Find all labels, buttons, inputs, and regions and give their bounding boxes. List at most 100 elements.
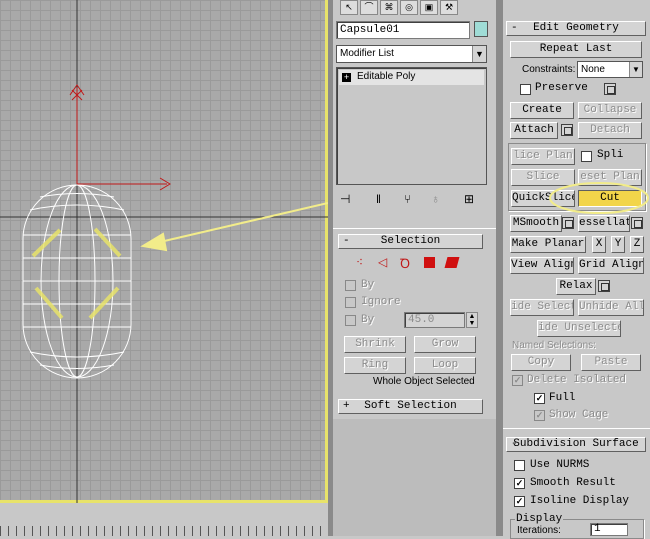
attach-button[interactable]: Attach xyxy=(510,122,558,139)
polygon-icon[interactable] xyxy=(424,257,435,268)
make-unique-icon[interactable]: ⑂ xyxy=(404,192,411,206)
delete-isolated-label: Delete Isolated xyxy=(527,374,627,386)
copy-button[interactable]: Copy xyxy=(511,354,571,371)
unhide-all-button[interactable]: Unhide All xyxy=(578,299,644,316)
iterations-spinner-field[interactable]: 1 xyxy=(590,523,628,536)
preserve-settings-icon[interactable] xyxy=(604,83,616,95)
use-nurms-label: Use NURMS xyxy=(530,459,590,471)
preserve-uvs-checkbox[interactable] xyxy=(520,84,531,95)
selection-rollout-header[interactable]: - Selection xyxy=(338,234,483,249)
isoline-display-label: Isoline Display xyxy=(530,495,630,507)
object-color-swatch[interactable] xyxy=(474,21,488,37)
repeat-last-button[interactable]: Repeat Last xyxy=(510,41,642,58)
create-button[interactable]: Create xyxy=(510,102,574,119)
hide-selected-button[interactable]: ide Selecte xyxy=(510,299,574,316)
edit-geometry-title: Edit Geometry xyxy=(533,22,619,34)
vertex-icon[interactable]: ⁖ xyxy=(356,255,363,269)
motion-tab-icon[interactable]: ◎ xyxy=(400,0,418,15)
configure-modifier-sets-icon[interactable]: ⊞ xyxy=(464,192,474,206)
show-end-result-icon[interactable]: ‖ xyxy=(376,192,381,206)
modify-tab-icon[interactable]: ⌒ xyxy=(360,0,378,15)
planar-z-button[interactable]: Z xyxy=(630,236,644,253)
chevron-down-icon[interactable]: ▼ xyxy=(629,62,642,77)
collapse-sign: - xyxy=(511,22,518,34)
pin-stack-icon[interactable]: ⊣ xyxy=(340,192,350,206)
angle-spinner-field[interactable]: 45.0 xyxy=(404,312,465,328)
edit-geometry-header[interactable]: - Edit Geometry xyxy=(506,21,646,36)
ring-button[interactable]: Ring xyxy=(344,357,406,374)
viewport-perspective[interactable] xyxy=(0,0,328,503)
stack-item-editable-poly[interactable]: + Editable Poly xyxy=(339,70,484,85)
named-selections-label: Named Selections: xyxy=(512,340,596,351)
command-panel-tabs: ↖ ⌒ ⌘ ◎ ▣ ⚒ xyxy=(338,0,498,15)
iterations-label: Iterations: xyxy=(517,525,561,536)
view-align-button[interactable]: View Align xyxy=(510,257,574,274)
use-nurms-checkbox[interactable] xyxy=(514,460,525,471)
grow-button[interactable]: Grow xyxy=(414,336,476,353)
show-cage-checkbox[interactable]: ✓ xyxy=(534,410,545,421)
by-vertex-label: By xyxy=(361,279,375,291)
stack-item-label: Editable Poly xyxy=(357,71,416,82)
msmooth-settings-icon[interactable] xyxy=(562,217,574,229)
rollout-separator xyxy=(503,428,650,429)
smooth-result-label: Smooth Result xyxy=(530,477,616,489)
soft-selection-rollout-header[interactable]: + Soft Selection xyxy=(338,399,483,414)
by-angle-checkbox[interactable] xyxy=(345,315,356,326)
relax-button[interactable]: Relax xyxy=(556,278,596,295)
time-slider[interactable] xyxy=(0,506,328,536)
loop-button[interactable]: Loop xyxy=(414,357,476,374)
subdivision-surface-title: Subdivision Surface xyxy=(513,438,639,450)
msmooth-button[interactable]: MSmooth xyxy=(510,215,562,232)
modifier-list-label: Modifier List xyxy=(340,48,394,59)
expand-plus-icon[interactable]: + xyxy=(342,73,351,82)
constraints-label: Constraints: xyxy=(522,64,576,75)
create-tab-icon[interactable]: ↖ xyxy=(340,0,358,15)
slice-plane-button[interactable]: lice Plan xyxy=(511,148,575,165)
edge-icon[interactable]: ◁ xyxy=(378,255,387,269)
split-checkbox[interactable] xyxy=(581,151,592,162)
collapse-sign: - xyxy=(511,438,518,450)
modifier-stack[interactable]: + Editable Poly xyxy=(336,67,487,185)
tessellate-button[interactable]: essellat xyxy=(578,215,630,232)
paste-button[interactable]: Paste xyxy=(581,354,641,371)
tessellate-settings-icon[interactable] xyxy=(631,217,643,229)
display-tab-icon[interactable]: ▣ xyxy=(420,0,438,15)
planar-y-button[interactable]: Y xyxy=(611,236,625,253)
element-icon[interactable] xyxy=(444,257,460,268)
planar-x-button[interactable]: X xyxy=(592,236,606,253)
delete-isolated-checkbox[interactable]: ✓ xyxy=(512,375,523,386)
spinner-arrows-icon[interactable]: ▲ ▼ xyxy=(466,312,478,328)
object-name-field[interactable]: Capsule01 xyxy=(336,21,470,39)
ignore-backfacing-checkbox[interactable] xyxy=(345,297,356,308)
hierarchy-tab-icon[interactable]: ⌘ xyxy=(380,0,398,15)
full-interactivity-checkbox[interactable]: ✓ xyxy=(534,393,545,404)
grid-align-button[interactable]: Grid Align xyxy=(578,257,644,274)
attach-list-icon[interactable] xyxy=(561,124,573,136)
utilities-tab-icon[interactable]: ⚒ xyxy=(440,0,458,15)
relax-settings-icon[interactable] xyxy=(598,280,610,292)
chevron-down-icon[interactable]: ▼ xyxy=(472,46,486,62)
detach-button[interactable]: Detach xyxy=(578,122,642,139)
subdivision-surface-header[interactable]: - Subdivision Surface xyxy=(506,437,646,452)
isoline-display-checkbox[interactable]: ✓ xyxy=(514,496,525,507)
expand-sign: + xyxy=(343,400,350,412)
stack-toolbar: ⊣ ‖ ⑂ ♁ ⊞ xyxy=(336,191,488,207)
subobject-level-icons: ⁖ ◁ Ꝺ xyxy=(354,255,464,271)
timeline-ticks xyxy=(0,526,328,536)
shrink-button[interactable]: Shrink xyxy=(344,336,406,353)
hide-unselected-button[interactable]: ide Unselecte xyxy=(537,320,621,337)
show-cage-label: Show Cage xyxy=(549,409,609,421)
preserve-uvs-label: Preserve xyxy=(535,82,588,94)
smooth-result-checkbox[interactable]: ✓ xyxy=(514,478,525,489)
make-planar-button[interactable]: Make Planar xyxy=(510,236,586,253)
collapse-sign: - xyxy=(343,235,350,247)
constraints-dropdown[interactable]: None ▼ xyxy=(577,61,643,78)
transform-gizmo-icon[interactable] xyxy=(69,84,171,191)
collapse-button[interactable]: Collapse xyxy=(578,102,642,119)
border-icon[interactable]: Ꝺ xyxy=(400,254,410,272)
ignore-backfacing-label: Ignore xyxy=(361,296,401,308)
split-label: Spli xyxy=(597,149,624,161)
remove-modifier-icon[interactable]: ♁ xyxy=(431,192,440,206)
modifier-list-dropdown[interactable]: Modifier List ▼ xyxy=(336,45,487,63)
by-vertex-checkbox[interactable] xyxy=(345,280,356,291)
